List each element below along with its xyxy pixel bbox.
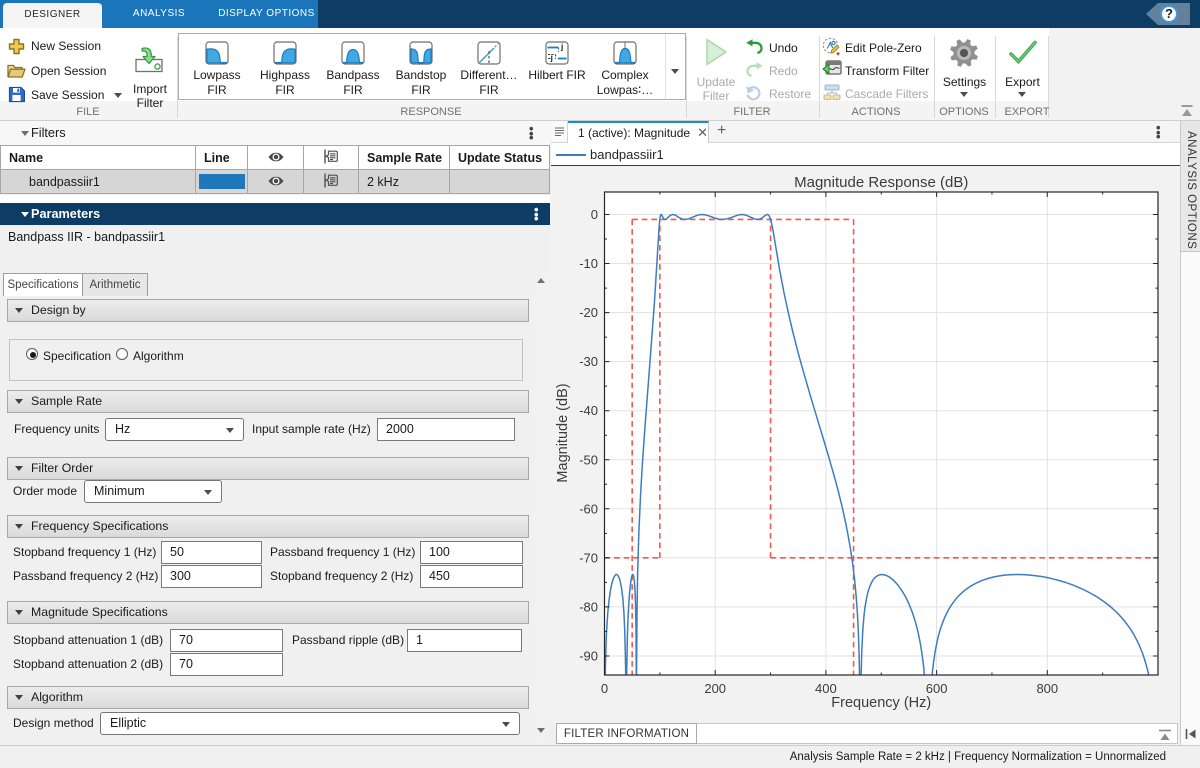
svg-text:-60: -60: [579, 501, 598, 516]
svg-text:-40: -40: [579, 403, 598, 418]
svg-text:Magnitude Response (dB): Magnitude Response (dB): [794, 174, 968, 191]
svg-text:Magnitude (dB): Magnitude (dB): [555, 383, 571, 482]
svg-text:400: 400: [815, 681, 837, 696]
svg-text:0: 0: [601, 681, 608, 696]
svg-text:-50: -50: [579, 452, 598, 467]
svg-text:800: 800: [1036, 681, 1058, 696]
svg-text:-80: -80: [579, 599, 598, 614]
svg-text:600: 600: [926, 681, 948, 696]
svg-text:-10: -10: [579, 256, 598, 271]
svg-text:-30: -30: [579, 354, 598, 369]
svg-text:0: 0: [591, 207, 598, 222]
svg-text:j: j: [560, 43, 563, 52]
svg-text:200: 200: [704, 681, 726, 696]
svg-text:Frequency (Hz): Frequency (Hz): [831, 695, 931, 711]
svg-text:-20: -20: [579, 305, 598, 320]
svg-text:-90: -90: [579, 648, 598, 663]
svg-text:-70: -70: [579, 550, 598, 565]
svg-text:-j: -j: [548, 54, 553, 63]
